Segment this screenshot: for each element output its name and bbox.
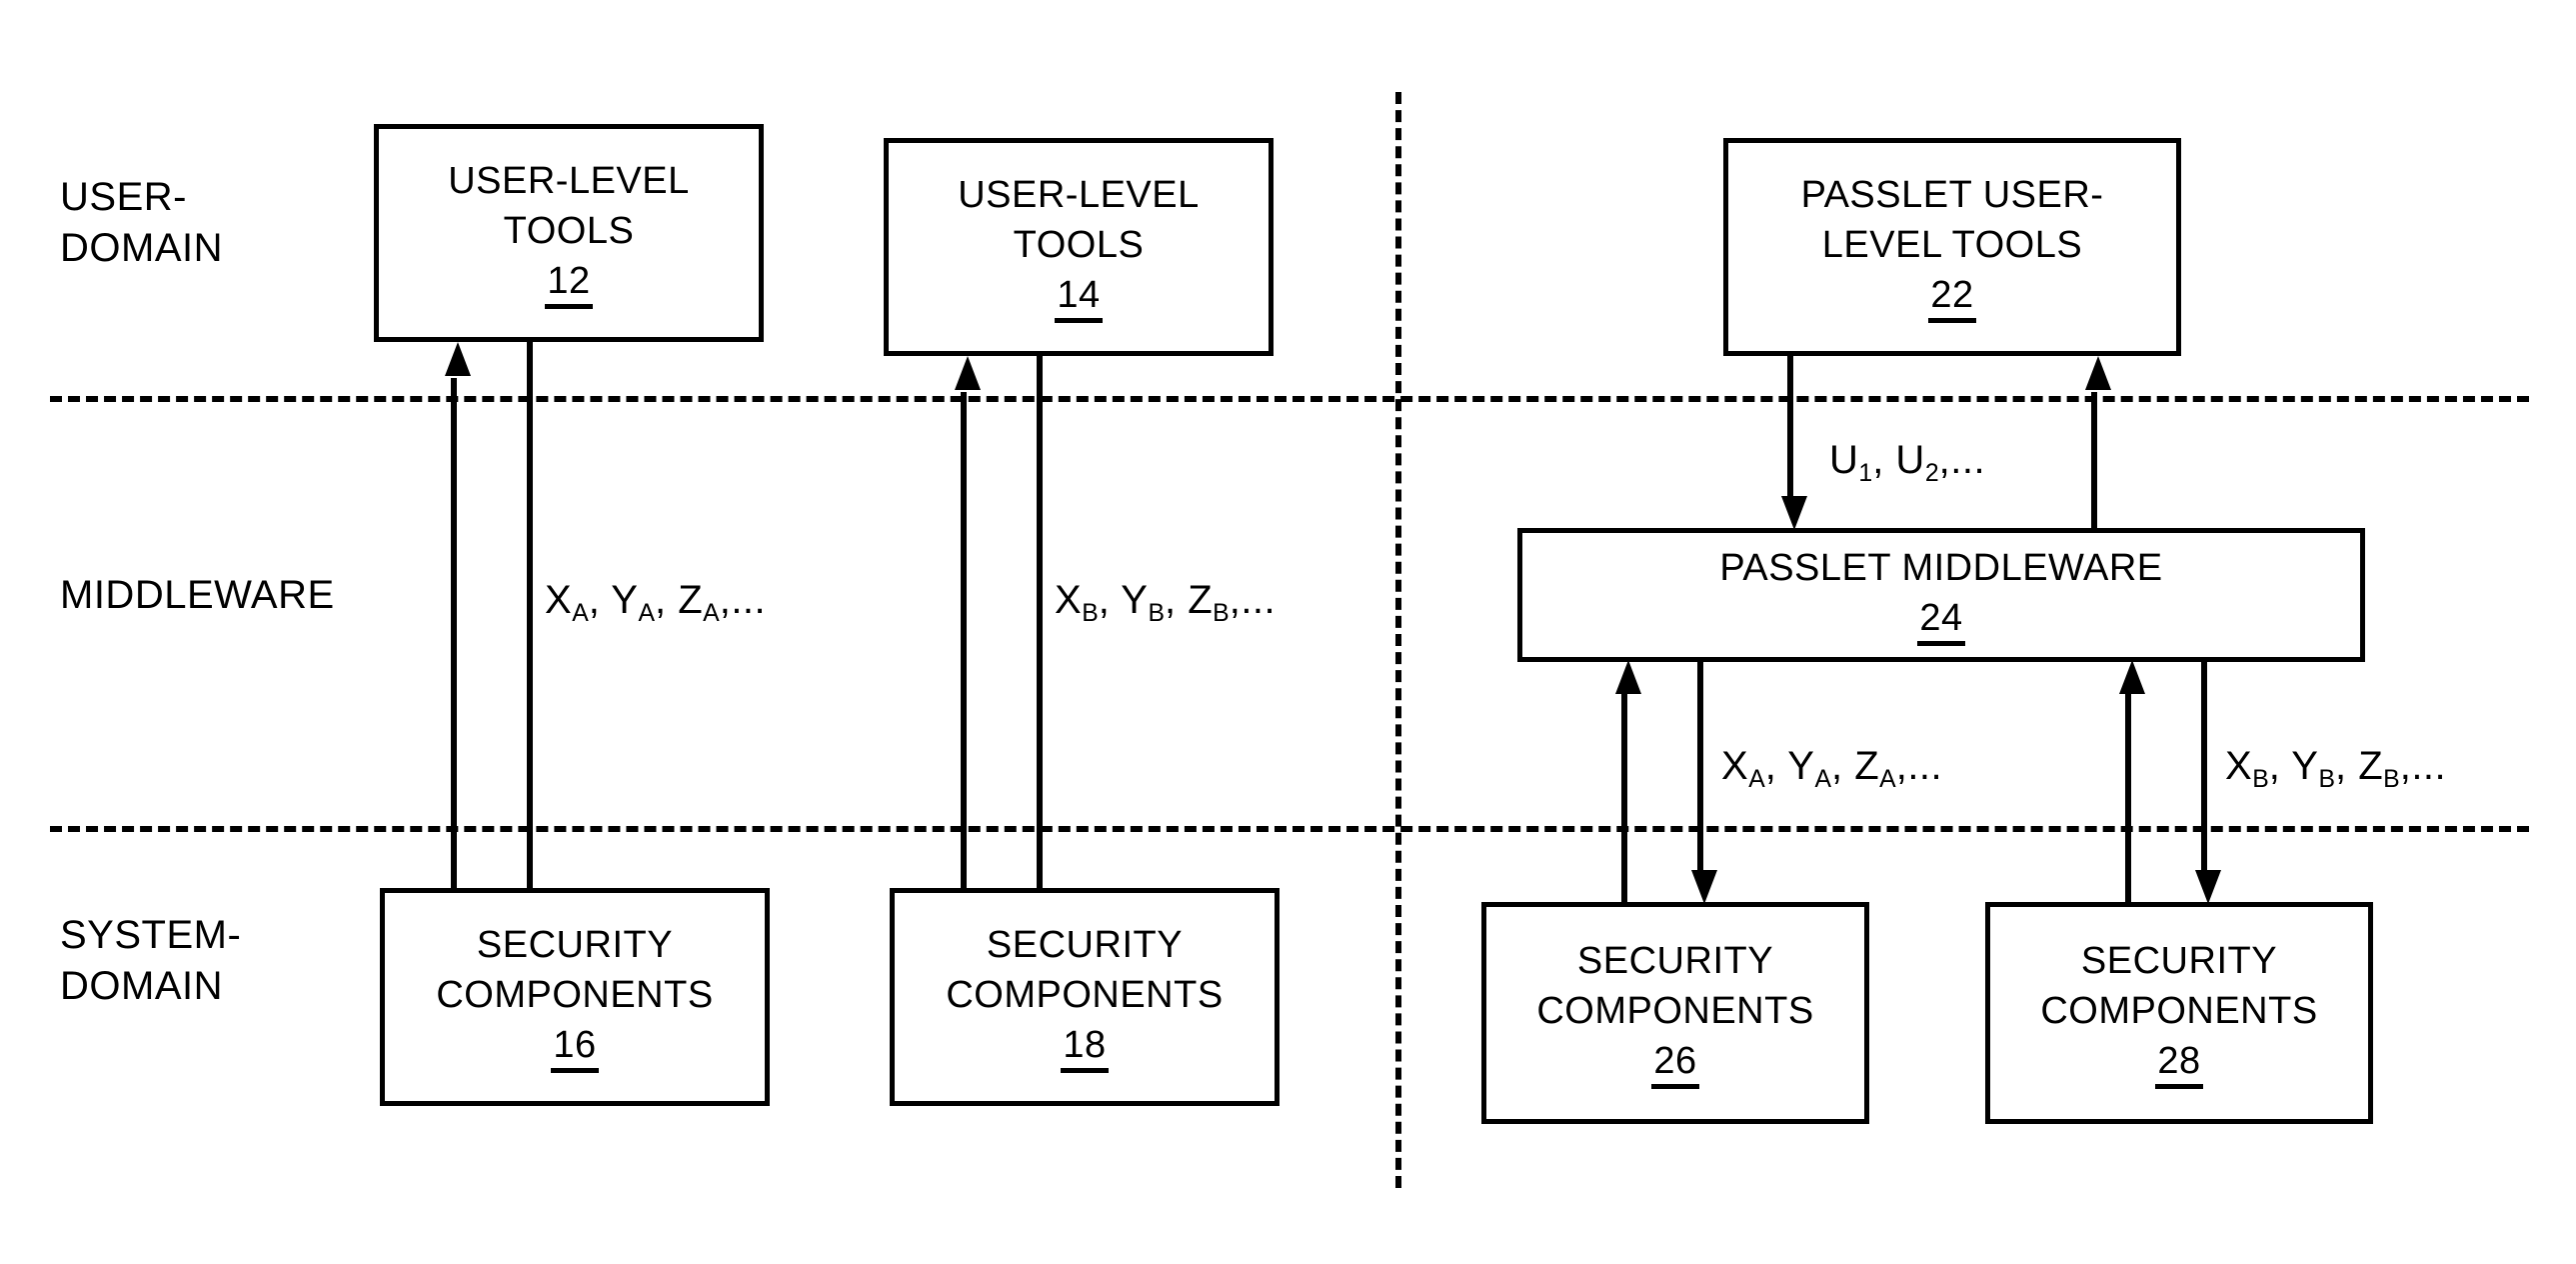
box-title: SECURITY COMPONENTS <box>946 924 1224 1016</box>
signal-symbol-x: X <box>2225 744 2253 788</box>
box-title: PASSLET MIDDLEWARE <box>1719 546 2163 589</box>
row-label-user-domain: USER- DOMAIN <box>60 175 223 271</box>
connector-24-to-28 <box>2201 660 2207 870</box>
box-title: USER-LEVEL TOOLS <box>448 160 690 252</box>
box-reference-number: 22 <box>1928 275 1976 323</box>
signal-comma: , <box>1164 578 1189 622</box>
signal-symbol-z: Z <box>2358 744 2384 788</box>
signal-subscript: B <box>1213 599 1230 627</box>
signal-comma: , <box>1098 578 1122 622</box>
arrowhead-up-to-24-right <box>2119 660 2145 694</box>
arrowhead-down-to-26 <box>1691 870 1717 904</box>
arrowhead-up-to-22 <box>2085 356 2111 390</box>
box-reference-number: 12 <box>545 261 593 309</box>
signal-tail: ,... <box>2399 744 2447 788</box>
box-title: USER-LEVEL TOOLS <box>958 174 1200 266</box>
box-user-level-tools-14[interactable]: USER-LEVEL TOOLS 14 <box>884 138 1274 356</box>
signal-symbol-x: X <box>545 578 573 622</box>
signal-symbol-u: U <box>1829 438 1859 482</box>
connector-24-to-26 <box>1697 660 1703 870</box>
system-separator-vertical <box>1395 92 1401 1188</box>
signal-subscript: 1 <box>1858 459 1873 487</box>
signal-comma: , <box>1764 744 1788 788</box>
box-reference-number: 24 <box>1917 598 1965 647</box>
connector-28-to-24 <box>2125 694 2131 906</box>
signal-subscript: A <box>1748 765 1765 793</box>
domain-separator-lower <box>50 826 2529 832</box>
signal-symbol-x: X <box>1721 744 1749 788</box>
signal-subscript: A <box>1879 765 1896 793</box>
arrowhead-up-to-24-left <box>1615 660 1641 694</box>
signal-label-xa-left: XA, YA, ZA,... <box>545 578 766 628</box>
box-title: SECURITY COMPONENTS <box>1536 940 1814 1032</box>
signal-comma: , <box>2334 744 2359 788</box>
row-label-system-domain: SYSTEM- DOMAIN <box>60 913 242 1009</box>
arrowhead-down-to-24 <box>1781 496 1807 530</box>
signal-tail: ,... <box>1938 438 1986 482</box>
connector-24-to-22 <box>2091 392 2097 532</box>
box-title: SECURITY COMPONENTS <box>436 924 714 1016</box>
box-reference-number: 28 <box>2155 1041 2203 1089</box>
patent-figure: USER- DOMAIN MIDDLEWARE SYSTEM- DOMAIN U… <box>0 0 2576 1264</box>
box-title: PASSLET USER- LEVEL TOOLS <box>1800 174 2104 266</box>
arrowhead-up-to-14 <box>955 356 981 390</box>
signal-subscript: A <box>572 599 589 627</box>
signal-subscript: 2 <box>1924 459 1939 487</box>
signal-tail: ,... <box>1229 578 1277 622</box>
signal-symbol-z: Z <box>1854 744 1880 788</box>
signal-label-xa-right: XA, YA, ZA,... <box>1721 744 1942 794</box>
box-passlet-middleware-24[interactable]: PASSLET MIDDLEWARE 24 <box>1517 528 2365 662</box>
box-security-components-26[interactable]: SECURITY COMPONENTS 26 <box>1481 902 1869 1124</box>
signal-symbol-y: Y <box>2291 744 2319 788</box>
signal-comma: , <box>588 578 612 622</box>
signal-symbol-x: X <box>1055 578 1083 622</box>
box-security-components-16[interactable]: SECURITY COMPONENTS 16 <box>380 888 770 1106</box>
signal-subscript: A <box>703 599 720 627</box>
connector-26-to-24 <box>1621 694 1627 906</box>
box-reference-number: 18 <box>1061 1025 1109 1073</box>
signal-comma: , <box>1872 438 1896 482</box>
signal-label-xb-left: XB, YB, ZB,... <box>1055 578 1276 628</box>
box-security-components-18[interactable]: SECURITY COMPONENTS 18 <box>890 888 1280 1106</box>
signal-symbol-y: Y <box>1787 744 1815 788</box>
signal-subscript: B <box>2383 765 2400 793</box>
signal-comma: , <box>1830 744 1855 788</box>
signal-comma: , <box>2268 744 2292 788</box>
box-reference-number: 26 <box>1651 1041 1699 1089</box>
signal-tail: ,... <box>719 578 767 622</box>
box-reference-number: 16 <box>551 1025 599 1073</box>
signal-symbol-z: Z <box>678 578 704 622</box>
signal-comma: , <box>654 578 679 622</box>
signal-subscript: A <box>1814 765 1831 793</box>
arrowhead-up-to-12 <box>445 342 471 376</box>
box-reference-number: 14 <box>1055 275 1103 323</box>
signal-subscript: A <box>638 599 655 627</box>
signal-subscript: B <box>2252 765 2269 793</box>
signal-symbol-z: Z <box>1188 578 1214 622</box>
box-title: SECURITY COMPONENTS <box>2040 940 2318 1032</box>
signal-symbol-y: Y <box>611 578 639 622</box>
signal-subscript: B <box>1148 599 1165 627</box>
box-security-components-28[interactable]: SECURITY COMPONENTS 28 <box>1985 902 2373 1124</box>
signal-symbol-y: Y <box>1121 578 1149 622</box>
row-label-middleware: MIDDLEWARE <box>60 573 335 617</box>
connector-22-to-24 <box>1787 356 1793 496</box>
signal-subscript: B <box>1082 599 1099 627</box>
signal-label-u: U1, U2,... <box>1829 438 1985 488</box>
signal-symbol-u: U <box>1895 438 1925 482</box>
arrowhead-down-to-28 <box>2195 870 2221 904</box>
signal-tail: ,... <box>1895 744 1943 788</box>
box-passlet-user-level-tools-22[interactable]: PASSLET USER- LEVEL TOOLS 22 <box>1723 138 2181 356</box>
box-user-level-tools-12[interactable]: USER-LEVEL TOOLS 12 <box>374 124 764 342</box>
signal-label-xb-right: XB, YB, ZB,... <box>2225 744 2446 794</box>
domain-separator-upper <box>50 396 2529 402</box>
signal-subscript: B <box>2318 765 2335 793</box>
